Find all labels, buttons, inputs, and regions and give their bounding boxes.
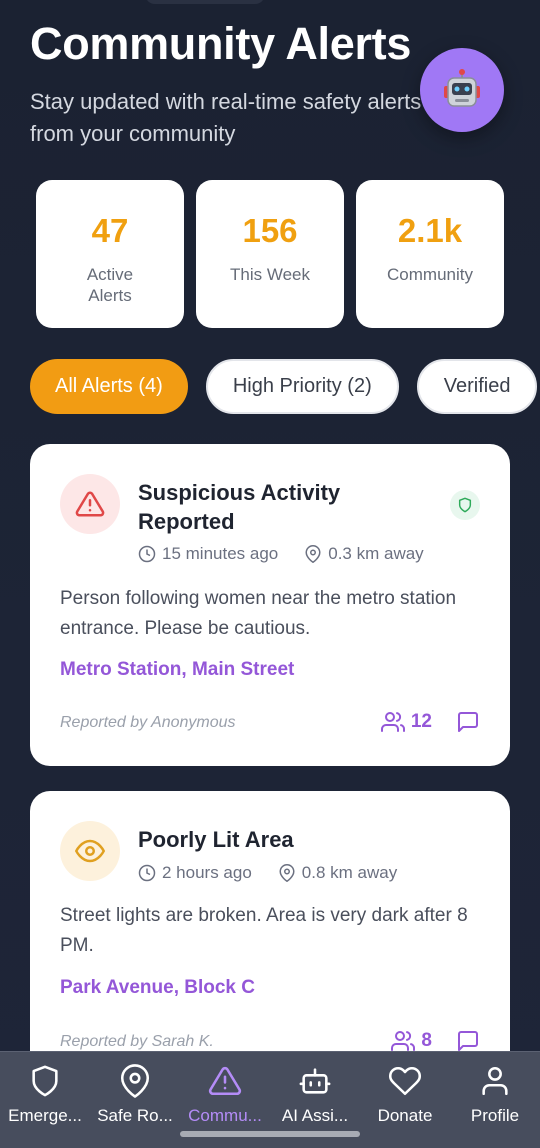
page-title: Community Alerts: [30, 18, 412, 69]
alert-distance: 0.8 km away: [278, 863, 397, 883]
eye-icon: [75, 839, 105, 863]
stat-label: Active Alerts: [86, 265, 134, 305]
nav-item-donate[interactable]: Donate: [360, 1052, 450, 1148]
stat-card-this-week: 156 This Week: [196, 180, 344, 328]
home-indicator[interactable]: [180, 1131, 360, 1137]
map-pin-icon: [120, 1064, 150, 1098]
map-pin-icon: [305, 545, 321, 563]
stat-value: 47: [91, 212, 129, 249]
nav-label: Emerge...: [8, 1106, 82, 1125]
map-pin-icon: [279, 864, 295, 882]
alert-meta: 2 hours ago 0.8 km away: [138, 863, 423, 883]
clock-icon: [138, 545, 156, 563]
alert-time: 2 hours ago: [138, 863, 252, 883]
ai-assistant-fab[interactable]: [420, 48, 504, 132]
filter-high-priority[interactable]: High Priority (2): [205, 359, 399, 414]
nav-label: Safe Ro...: [97, 1106, 173, 1125]
nav-label: Donate: [377, 1106, 433, 1125]
comment-button[interactable]: [456, 710, 480, 734]
shield-check-icon: [458, 497, 472, 513]
clock-icon: [138, 864, 156, 882]
user-icon: [482, 1066, 508, 1096]
heart-icon: [388, 1066, 422, 1096]
message-square-icon: [458, 712, 478, 732]
alert-time-text: 15 minutes ago: [162, 544, 279, 563]
alert-distance-text: 0.3 km away: [328, 544, 424, 563]
supporters-count: 12: [410, 711, 432, 732]
alert-description: Street lights are broken. Area is very d…: [60, 905, 468, 956]
status-notch: [145, 0, 265, 4]
alert-distance: 0.3 km away: [304, 544, 424, 564]
nav-label: AI Assi...: [281, 1106, 349, 1125]
stat-value: 156: [242, 212, 298, 249]
stat-card-active-alerts: 47 Active Alerts: [36, 180, 184, 328]
community-alerts-screen: Community Alerts Stay updated with real-…: [0, 0, 540, 1148]
alert-description: Person following women near the metro st…: [60, 588, 457, 639]
filter-all-alerts[interactable]: All Alerts (4): [30, 359, 188, 414]
alert-type-badge: [60, 474, 120, 534]
alert-card[interactable]: Poorly Lit Area 2 hours ago 0.8 km away …: [30, 791, 510, 1091]
supporters-count: 8: [421, 1030, 432, 1051]
alert-triangle-icon: [208, 1066, 242, 1096]
nav-label: Profile: [470, 1106, 520, 1125]
alert-reporter: Reported by Sarah K.: [60, 1033, 214, 1050]
filter-verified[interactable]: Verified: [416, 359, 538, 414]
warning-triangle-icon: [75, 491, 105, 517]
robot-icon: [444, 69, 480, 107]
alert-time-text: 2 hours ago: [162, 863, 252, 882]
filter-chips: All Alerts (4) High Priority (2) Verifie…: [30, 359, 538, 414]
shield-icon: [32, 1065, 58, 1097]
nav-item-profile[interactable]: Profile: [450, 1052, 540, 1148]
nav-label: Commu...: [188, 1106, 262, 1125]
users-icon: [380, 712, 405, 732]
users-icon: [391, 1031, 416, 1051]
message-square-icon: [458, 1031, 478, 1051]
alert-reporter: Reported by Anonymous: [60, 714, 236, 731]
alert-location-link[interactable]: Park Avenue, Block C: [60, 977, 255, 999]
nav-item-safe-routes[interactable]: Safe Ro...: [90, 1052, 180, 1148]
stat-label: This Week: [230, 265, 310, 284]
alert-distance-text: 0.8 km away: [301, 863, 398, 882]
alert-title: Suspicious Activity Reported: [138, 480, 341, 534]
alert-card[interactable]: Suspicious Activity Reported 15 minutes …: [30, 444, 510, 766]
alert-location-link[interactable]: Metro Station, Main Street: [60, 659, 294, 681]
bot-icon: [299, 1068, 331, 1094]
alert-title: Poorly Lit Area: [138, 827, 294, 852]
page-subtitle: Stay updated with real-time safety alert…: [30, 89, 422, 146]
comment-button[interactable]: [456, 1029, 480, 1053]
alert-engagement: 12: [380, 710, 480, 734]
supporters-button[interactable]: 8: [391, 1029, 432, 1053]
supporters-button[interactable]: 12: [380, 710, 432, 734]
alert-meta: 15 minutes ago 0.3 km away: [138, 544, 450, 564]
nav-item-emergency[interactable]: Emerge...: [0, 1052, 90, 1148]
stat-card-community: 2.1k Community: [356, 180, 504, 328]
alert-type-badge: [60, 821, 120, 881]
verified-badge: [450, 490, 480, 520]
alert-engagement: 8: [391, 1029, 480, 1053]
stat-label: Community: [387, 265, 473, 284]
stats-row: 47 Active Alerts 156 This Week 2.1k Comm…: [36, 180, 504, 328]
stat-value: 2.1k: [397, 212, 463, 249]
alert-time: 15 minutes ago: [138, 544, 278, 564]
